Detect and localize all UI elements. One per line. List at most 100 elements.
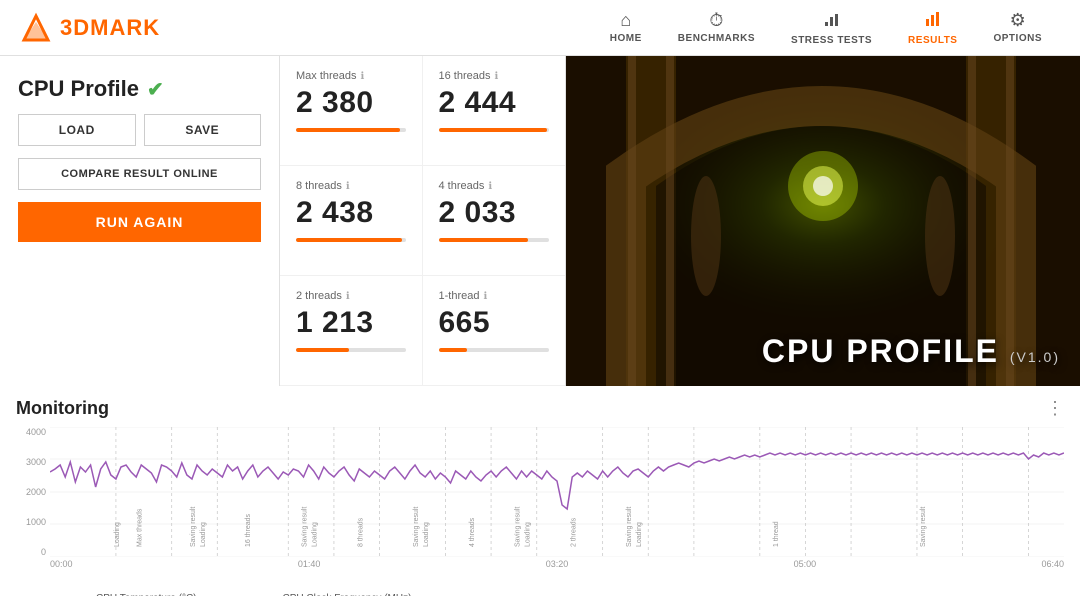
svg-text:1 thread: 1 thread <box>773 521 780 547</box>
y-label-3000: 3000 <box>26 457 46 467</box>
x-label-2: 03:20 <box>546 559 569 569</box>
svg-text:Loading: Loading <box>312 522 319 547</box>
metric-value-0: 2 380 <box>296 86 406 120</box>
metric-bar-5 <box>439 348 550 352</box>
metric-bar-0 <box>296 128 406 132</box>
y-label-2000: 2000 <box>26 487 46 497</box>
chart-area: 4000 3000 2000 1000 0 <box>16 427 1064 587</box>
x-label-4: 06:40 <box>1041 559 1064 569</box>
svg-text:Saving result: Saving result <box>302 507 309 547</box>
top-section: CPU Profile ✔ LOAD SAVE COMPARE RESULT O… <box>0 56 1080 386</box>
options-icon: ⚙ <box>1010 10 1026 31</box>
metric-info-icon-1: ℹ <box>494 71 498 82</box>
cpu-profile-header: CPU Profile ✔ <box>18 76 261 102</box>
metric-value-5: 665 <box>439 306 550 340</box>
svg-text:Saving result: Saving result <box>920 507 927 547</box>
home-icon: ⌂ <box>620 10 631 31</box>
svg-text:Saving result: Saving result <box>514 507 521 547</box>
metric-cell-5: 1-thread ℹ 665 <box>423 276 566 386</box>
metric-label-2: 8 threads ℹ <box>296 180 406 192</box>
monitoring-menu-button[interactable]: ⋮ <box>1046 398 1064 419</box>
nav-benchmarks[interactable]: ⏱ BENCHMARKS <box>660 10 773 46</box>
metric-bar-2 <box>296 238 406 242</box>
x-label-0: 00:00 <box>50 559 73 569</box>
metric-info-icon-2: ℹ <box>346 181 350 192</box>
metric-label-1: 16 threads ℹ <box>439 70 550 82</box>
frequency-chart: Loading Max threads Saving result Loadin… <box>50 427 1064 557</box>
svg-text:Loading: Loading <box>525 522 532 547</box>
y-label-0: 0 <box>41 547 46 557</box>
y-label-4000: 4000 <box>26 427 46 437</box>
logo-icon <box>20 12 52 44</box>
nav-results[interactable]: RESULTS <box>890 10 975 46</box>
monitoring-section: Monitoring ⋮ 4000 3000 2000 1000 0 <box>0 386 1080 596</box>
metric-bar-fill-0 <box>296 128 400 132</box>
metric-info-icon-5: ℹ <box>483 291 487 302</box>
metric-bar-4 <box>296 348 406 352</box>
cpu-image-title: CPU PROFILE (V1.0) <box>742 317 1080 386</box>
metric-bar-fill-5 <box>439 348 468 352</box>
cpu-profile-image: CPU PROFILE (V1.0) <box>566 56 1080 386</box>
svg-text:4 threads: 4 threads <box>469 517 476 547</box>
y-axis: 4000 3000 2000 1000 0 <box>16 427 50 557</box>
logo-text: 3DMARK <box>60 15 160 41</box>
svg-text:Saving result: Saving result <box>626 507 633 547</box>
metric-cell-0: Max threads ℹ 2 380 <box>280 56 423 166</box>
compare-button[interactable]: COMPARE RESULT ONLINE <box>18 158 261 190</box>
svg-text:Loading: Loading <box>200 522 207 547</box>
metric-bar-1 <box>439 128 550 132</box>
nav-home[interactable]: ⌂ HOME <box>592 10 660 46</box>
metric-bar-fill-4 <box>296 348 349 352</box>
logo: 3DMARK <box>20 12 160 44</box>
metric-cell-2: 8 threads ℹ 2 438 <box>280 166 423 276</box>
monitoring-title: Monitoring <box>16 398 109 419</box>
frequency-line <box>50 453 1064 509</box>
svg-text:Loading: Loading <box>423 522 430 547</box>
left-panel: CPU Profile ✔ LOAD SAVE COMPARE RESULT O… <box>0 56 280 386</box>
metric-bar-fill-2 <box>296 238 402 242</box>
results-icon <box>924 10 942 33</box>
svg-text:Max threads: Max threads <box>136 508 143 547</box>
load-save-row: LOAD SAVE <box>18 114 261 146</box>
nav-stress-tests[interactable]: STRESS TESTS <box>773 10 890 46</box>
x-label-1: 01:40 <box>298 559 321 569</box>
monitoring-header: Monitoring ⋮ <box>16 398 1064 419</box>
metric-info-icon-3: ℹ <box>488 181 492 192</box>
svg-text:2 threads: 2 threads <box>570 517 577 547</box>
run-again-button[interactable]: RUN AGAIN <box>18 202 261 242</box>
cpu-profile-title-text: CPU Profile <box>18 76 139 102</box>
metric-value-2: 2 438 <box>296 196 406 230</box>
nav-options-label: OPTIONS <box>993 33 1042 44</box>
svg-text:16 threads: 16 threads <box>245 514 252 547</box>
check-icon: ✔ <box>147 77 164 102</box>
load-button[interactable]: LOAD <box>18 114 136 146</box>
main-content: CPU Profile ✔ LOAD SAVE COMPARE RESULT O… <box>0 56 1080 596</box>
x-label-3: 05:00 <box>794 559 817 569</box>
metric-value-3: 2 033 <box>439 196 550 230</box>
svg-text:Saving result: Saving result <box>413 507 420 547</box>
nav-stress-label: STRESS TESTS <box>791 35 872 46</box>
metrics-grid: Max threads ℹ 2 380 16 threads ℹ 2 444 8… <box>280 56 566 386</box>
metric-label-4: 2 threads ℹ <box>296 290 406 302</box>
metric-info-icon-4: ℹ <box>346 291 350 302</box>
save-button[interactable]: SAVE <box>144 114 262 146</box>
chart-inner: Loading Max threads Saving result Loadin… <box>50 427 1064 557</box>
x-axis: 00:00 01:40 03:20 05:00 06:40 <box>16 559 1064 569</box>
metric-bar-3 <box>439 238 550 242</box>
nav-results-label: RESULTS <box>908 35 957 46</box>
metric-value-4: 1 213 <box>296 306 406 340</box>
nav-items: ⌂ HOME ⏱ BENCHMARKS STRESS TESTS RESULTS… <box>592 10 1060 46</box>
y-label-1000: 1000 <box>26 517 46 527</box>
cpu-image-heading: CPU PROFILE (V1.0) <box>762 333 1060 370</box>
stress-tests-icon <box>823 10 841 33</box>
metric-label-5: 1-thread ℹ <box>439 290 550 302</box>
nav-options[interactable]: ⚙ OPTIONS <box>975 10 1060 46</box>
nav-bar: 3DMARK ⌂ HOME ⏱ BENCHMARKS STRESS TESTS … <box>0 0 1080 56</box>
svg-text:Saving result: Saving result <box>190 507 197 547</box>
metric-label-0: Max threads ℹ <box>296 70 406 82</box>
benchmarks-icon: ⏱ <box>709 10 723 31</box>
metric-cell-3: 4 threads ℹ 2 033 <box>423 166 566 276</box>
version-label: (V1.0) <box>1010 349 1060 365</box>
nav-home-label: HOME <box>610 33 642 44</box>
metric-value-1: 2 444 <box>439 86 550 120</box>
